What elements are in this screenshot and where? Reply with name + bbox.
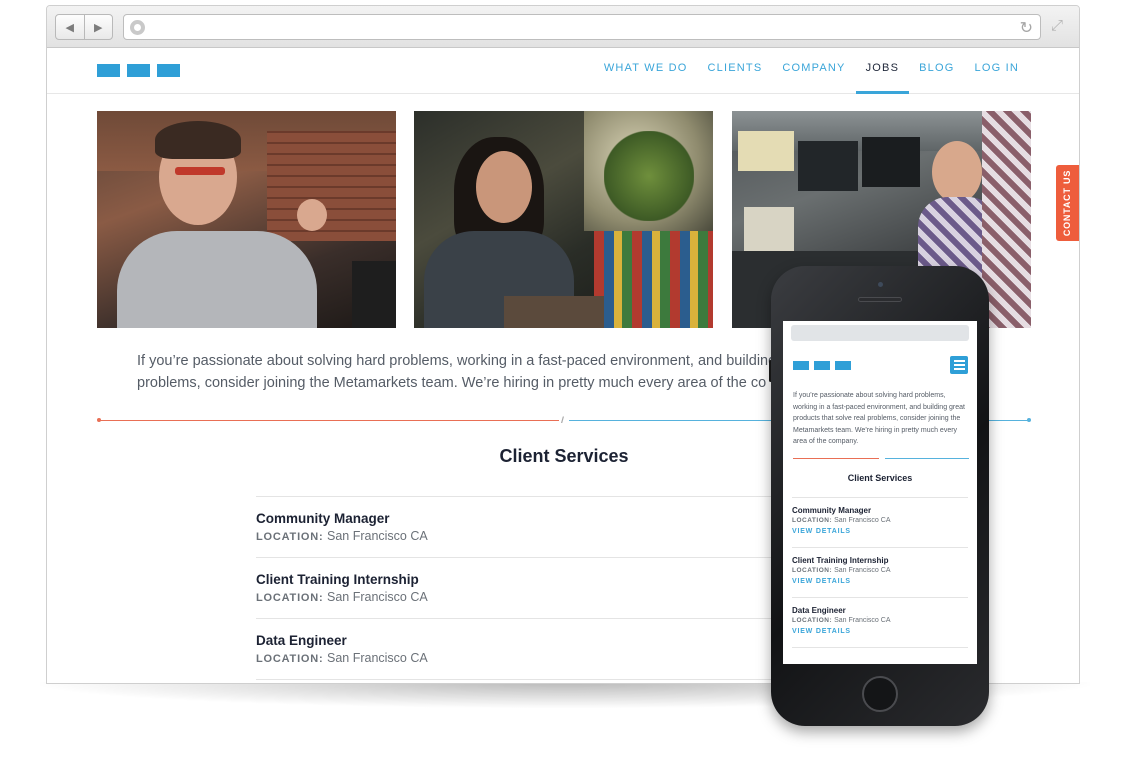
phone-screen: If you’re passionate about solving hard … xyxy=(783,321,977,664)
mobile-job-title[interactable]: Client Training Internship xyxy=(792,556,968,565)
forward-arrow-icon[interactable]: ▶ xyxy=(83,15,113,39)
office-photo-2 xyxy=(414,111,713,328)
mobile-job-title[interactable]: Data Engineer xyxy=(792,606,968,615)
job-item[interactable]: Client Training Internship LOCATION: San… xyxy=(256,557,816,618)
contact-us-tab[interactable]: CONTACT US xyxy=(1056,165,1079,241)
nav-what-we-do[interactable]: WHAT WE DO xyxy=(594,48,698,94)
nav-blog[interactable]: BLOG xyxy=(909,48,964,94)
phone-camera xyxy=(878,282,883,287)
nav-log-in[interactable]: LOG IN xyxy=(965,48,1030,94)
mobile-job-list: Community Manager LOCATION: San Francisc… xyxy=(792,497,968,648)
logo-block xyxy=(127,64,150,77)
mobile-job-location: LOCATION: San Francisco CA xyxy=(792,517,891,524)
view-details-link[interactable]: VIEW DETAILS xyxy=(792,628,968,635)
intro-line-1: If you’re passionate about solving hard … xyxy=(137,353,777,369)
mobile-section-title: Client Services xyxy=(847,473,913,483)
mobile-job-title[interactable]: Community Manager xyxy=(792,506,968,515)
nav-company[interactable]: COMPANY xyxy=(772,48,855,94)
mobile-address-bar[interactable] xyxy=(791,325,969,341)
job-title[interactable]: Community Manager xyxy=(256,511,816,526)
mobile-divider xyxy=(793,458,969,460)
mobile-job-item: Data Engineer LOCATION: San Francisco CA… xyxy=(792,597,968,647)
phone-home-button[interactable] xyxy=(862,676,898,712)
office-photo-1 xyxy=(97,111,396,328)
job-location: LOCATION: San Francisco CA xyxy=(256,590,428,604)
address-bar[interactable]: ↻ xyxy=(123,14,1041,40)
main-nav: WHAT WE DO CLIENTS COMPANY JOBS BLOG LOG… xyxy=(594,48,1029,94)
logo-block xyxy=(157,64,180,77)
intro-line-2: problems, consider joining the Metamarke… xyxy=(137,375,767,391)
view-details-link[interactable]: VIEW DETAILS xyxy=(792,528,968,535)
stage: ◀ ▶ ↻ ⤢ WHAT WE DO CLIENTS COMPANY JOBS … xyxy=(0,0,1130,776)
hamburger-menu-icon[interactable] xyxy=(950,356,968,374)
globe-icon xyxy=(130,20,145,35)
site-logo[interactable] xyxy=(97,64,180,77)
mobile-job-location: LOCATION: San Francisco CA xyxy=(792,617,891,624)
mobile-job-item: Client Training Internship LOCATION: San… xyxy=(792,547,968,597)
job-location: LOCATION: San Francisco CA xyxy=(256,651,428,665)
back-arrow-icon[interactable]: ◀ xyxy=(56,15,84,39)
history-buttons: ◀ ▶ xyxy=(55,14,113,40)
nav-clients[interactable]: CLIENTS xyxy=(698,48,773,94)
mobile-logo[interactable] xyxy=(793,361,851,370)
intro-text: If you’re passionate about solving hard … xyxy=(137,350,867,394)
expand-icon[interactable]: ⤢ xyxy=(1051,17,1063,34)
view-details-link[interactable]: VIEW DETAILS xyxy=(792,578,968,585)
job-item[interactable]: Data Engineer LOCATION: San Francisco CA xyxy=(256,618,816,679)
phone-speaker xyxy=(858,297,902,302)
job-location: LOCATION: San Francisco CA xyxy=(256,529,428,543)
mobile-job-item: Community Manager LOCATION: San Francisc… xyxy=(792,497,968,547)
job-list: Community Manager LOCATION: San Francisc… xyxy=(256,496,816,680)
job-item[interactable]: Community Manager LOCATION: San Francisc… xyxy=(256,496,816,557)
nav-jobs[interactable]: JOBS xyxy=(855,48,910,94)
site-header: WHAT WE DO CLIENTS COMPANY JOBS BLOG LOG… xyxy=(47,48,1079,94)
mobile-job-location: LOCATION: San Francisco CA xyxy=(792,567,891,574)
browser-toolbar: ◀ ▶ ↻ ⤢ xyxy=(47,6,1079,48)
reload-icon[interactable]: ↻ xyxy=(1020,18,1033,38)
job-title[interactable]: Client Training Internship xyxy=(256,572,816,587)
logo-block xyxy=(97,64,120,77)
phone-mockup: If you’re passionate about solving hard … xyxy=(771,266,989,726)
mobile-intro-text: If you’re passionate about solving hard … xyxy=(793,392,965,445)
job-title[interactable]: Data Engineer xyxy=(256,633,816,648)
